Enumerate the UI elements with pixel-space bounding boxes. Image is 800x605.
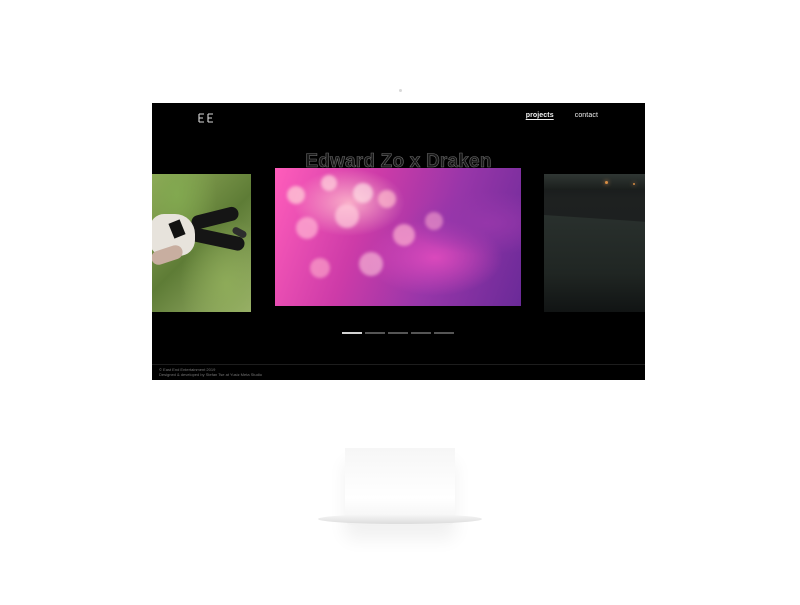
slider-page-3[interactable] (388, 332, 408, 334)
top-navigation: projects contact (526, 112, 598, 119)
thumbnail-street-light (633, 183, 635, 185)
bokeh-light (296, 217, 318, 239)
footer-divider (152, 364, 645, 365)
thumbnail-night-sky (544, 174, 645, 190)
slider-page-1[interactable] (342, 332, 362, 334)
thumbnail-street-light (605, 181, 608, 184)
logo-icon[interactable] (198, 110, 214, 123)
slider-page-5[interactable] (434, 332, 454, 334)
bokeh-light (287, 186, 305, 204)
bokeh-light (378, 190, 396, 208)
thumbnail-person-leg (190, 205, 240, 231)
bokeh-light (310, 258, 330, 278)
previous-project-thumbnail[interactable] (152, 174, 251, 312)
bokeh-light (353, 183, 373, 203)
next-project-thumbnail[interactable] (544, 174, 645, 312)
bokeh-light (359, 252, 383, 276)
footer-credit: Designed & developed by Stefan Tse at Yu… (159, 372, 263, 377)
site-footer: © East End Entertainment 2019 Designed &… (159, 367, 262, 377)
slider-page-4[interactable] (411, 332, 431, 334)
nav-contact-link[interactable]: contact (575, 112, 598, 119)
current-project-video[interactable] (275, 168, 521, 306)
slider-pagination (342, 332, 454, 334)
monitor-base (318, 514, 482, 524)
thumbnail-parking-lot (544, 215, 645, 312)
bokeh-light (335, 204, 359, 228)
monitor-camera (399, 89, 402, 92)
website-screen: projects contact Edward Zo x Draken © Ea… (152, 103, 645, 380)
nav-projects-link[interactable]: projects (526, 112, 554, 119)
bokeh-light (425, 212, 443, 230)
bokeh-light (321, 175, 337, 191)
bokeh-light (393, 224, 415, 246)
slider-page-2[interactable] (365, 332, 385, 334)
